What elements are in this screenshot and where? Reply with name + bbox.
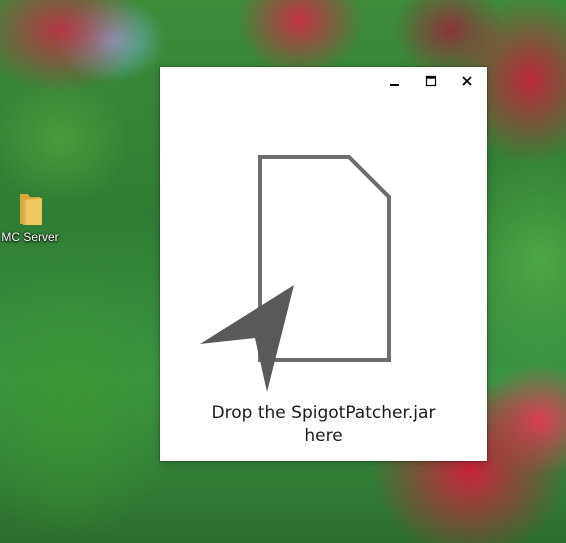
cursor-arrow-icon [200,285,294,392]
close-button[interactable] [454,71,480,91]
desktop-icon-mc-server[interactable]: MC Server [0,192,60,244]
maximize-button[interactable] [418,71,444,91]
close-icon [462,76,472,86]
maximize-icon [425,75,437,87]
minimize-button[interactable] [382,71,408,91]
folder-icon [16,192,44,226]
minimize-icon [390,84,399,86]
drop-instruction: Drop the SpigotPatcher.jar here [160,402,487,448]
desktop-icon-label: MC Server [1,230,59,244]
drop-instruction-line1: Drop the SpigotPatcher.jar [211,403,436,423]
patcher-window[interactable]: Drop the SpigotPatcher.jar here [160,67,487,461]
drop-zone[interactable] [196,153,396,397]
drop-instruction-line2: here [304,426,343,446]
desktop: MC Server Drop the SpigotPatcher.jar her… [0,0,566,543]
